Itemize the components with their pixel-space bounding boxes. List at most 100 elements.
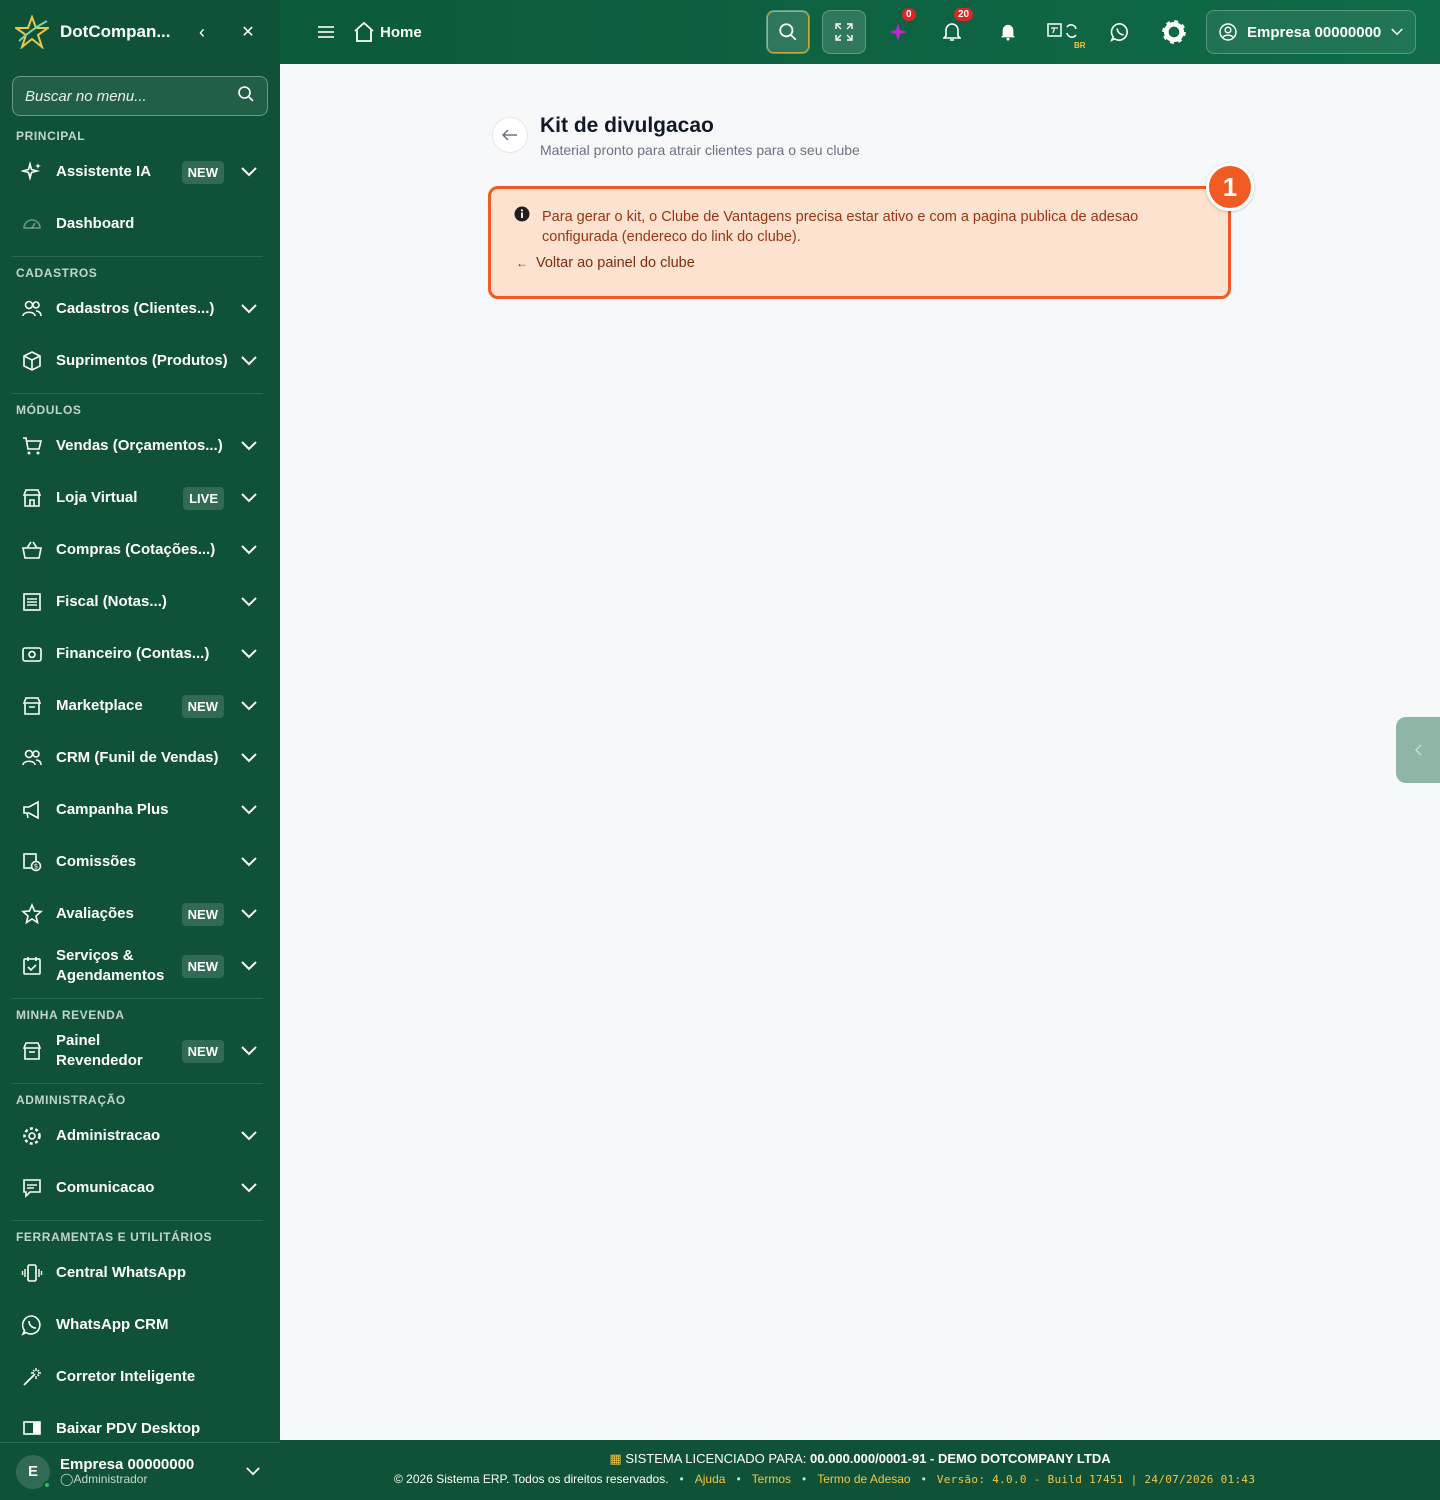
chevron-down-icon[interactable] <box>238 1177 260 1199</box>
chevron-down-icon[interactable] <box>238 435 260 457</box>
chevron-down-icon[interactable] <box>238 1125 260 1147</box>
sidebar-item-suprimentos[interactable]: Suprimentos (Produtos) <box>0 339 280 383</box>
chevron-down-icon[interactable] <box>238 161 260 183</box>
sidebar-item-label: Assistente IA <box>56 163 152 180</box>
arrow-left-icon <box>502 129 517 141</box>
license-prefix: SISTEMA LICENCIADO PARA: <box>625 1451 807 1466</box>
sidebar-item-marketplace[interactable]: Marketplace NEW <box>0 684 280 728</box>
section-label-administracao: ADMINISTRAÇÃO <box>16 1093 126 1107</box>
gear-icon <box>20 1124 44 1148</box>
user-role-label: Administrador <box>73 1471 148 1486</box>
sidebar-item-label: Campanha Plus <box>56 801 169 818</box>
chevron-down-icon[interactable] <box>238 350 260 372</box>
chevron-down-icon[interactable] <box>238 298 260 320</box>
sidebar-item-comunicacao[interactable]: Comunicacao <box>0 1166 280 1210</box>
adhesion-terms-link[interactable]: Termo de Adesao <box>817 1472 910 1486</box>
sidebar-search[interactable] <box>12 76 268 116</box>
hamburger-menu-icon[interactable] <box>316 22 336 42</box>
receipt-icon <box>20 590 44 614</box>
user-menu-button[interactable]: Empresa 00000000 <box>1206 10 1416 54</box>
sidebar-item-comissoes[interactable]: $ Comissões <box>0 840 280 884</box>
whatsapp-icon <box>1110 22 1128 42</box>
search-icon[interactable] <box>237 85 255 108</box>
chevron-down-icon[interactable] <box>238 955 260 977</box>
terms-link[interactable]: Termos <box>752 1472 791 1486</box>
settings-button[interactable] <box>1152 10 1196 54</box>
sidebar-item-label: CRM (Funil de Vendas) <box>56 749 219 766</box>
page-title: Kit de divulgacao <box>540 114 714 137</box>
shop-icon <box>20 1039 44 1063</box>
sidebar-item-label: Corretor Inteligente <box>56 1368 196 1385</box>
version-info: Versão: 4.0.0 - Build 17451 | 24/07/2026… <box>936 1472 1256 1486</box>
chevron-down-icon[interactable] <box>238 539 260 561</box>
user-role: ◯Administrador <box>60 1472 242 1486</box>
divider <box>12 1220 263 1221</box>
bell-icon <box>943 23 961 41</box>
side-panel-toggle[interactable] <box>1396 717 1440 783</box>
chevron-down-icon[interactable] <box>242 1461 264 1483</box>
gauge-icon <box>20 212 44 236</box>
sidebar-item-avaliacoes[interactable]: Avaliações NEW <box>0 892 280 936</box>
sidebar-item-assistente-ia[interactable]: Assistente IA NEW <box>0 150 280 194</box>
sidebar-item-fiscal[interactable]: Fiscal (Notas...) <box>0 580 280 624</box>
new-badge: NEW <box>181 160 224 184</box>
global-search-button[interactable] <box>766 10 810 54</box>
chevron-down-icon[interactable] <box>238 487 260 509</box>
sidebar-item-central-whatsapp[interactable]: Central WhatsApp <box>0 1251 280 1295</box>
search-icon <box>779 23 797 41</box>
sidebar-item-corretor[interactable]: Corretor Inteligente <box>0 1355 280 1399</box>
storefront-icon <box>20 486 44 510</box>
chevron-down-icon[interactable] <box>238 747 260 769</box>
new-badge: NEW <box>181 902 224 926</box>
sidebar-item-campanha-plus[interactable]: Campanha Plus <box>0 788 280 832</box>
help-link[interactable]: Ajuda <box>695 1472 726 1486</box>
megaphone-icon <box>20 798 44 822</box>
collapse-sidebar-icon[interactable]: ‹ <box>190 22 214 43</box>
phone-vibrate-icon <box>20 1261 44 1285</box>
sidebar-item-cadastros[interactable]: Cadastros (Clientes...) <box>0 287 280 331</box>
chevron-down-icon[interactable] <box>238 851 260 873</box>
alerts-button[interactable] <box>986 10 1030 54</box>
chevron-down-icon[interactable] <box>238 799 260 821</box>
separator: • <box>802 1472 807 1486</box>
whatsapp-button[interactable] <box>1098 10 1142 54</box>
notifications-count-badge: 20 <box>954 8 974 21</box>
topbar: Home 0 20 BR Empresa 00000000 <box>280 0 1440 64</box>
menu-search-input[interactable] <box>25 87 237 105</box>
chevron-down-icon[interactable] <box>238 591 260 613</box>
calendar-check-icon <box>20 954 44 978</box>
sidebar-item-dashboard[interactable]: Dashboard <box>0 202 280 246</box>
sidebar-item-compras[interactable]: Compras (Cotações...) <box>0 528 280 572</box>
box-icon <box>20 349 44 373</box>
user-name: Empresa 00000000 <box>60 1455 195 1473</box>
sidebar-item-painel-revendedor[interactable]: Painel Revendedor NEW <box>0 1029 280 1073</box>
separator: • <box>679 1472 684 1486</box>
home-link[interactable]: Home <box>352 20 422 44</box>
divider <box>12 998 263 999</box>
sidebar-item-servicos[interactable]: Serviços & Agendamentos NEW <box>0 944 280 988</box>
sidebar-item-label: Fiscal (Notas...) <box>56 593 167 610</box>
close-icon[interactable]: ✕ <box>236 22 260 42</box>
message-icon <box>20 1176 44 1200</box>
divider <box>12 393 263 394</box>
back-button[interactable] <box>492 117 528 153</box>
sidebar-item-whatsapp-crm[interactable]: WhatsApp CRM <box>0 1303 280 1347</box>
monitor-icon <box>20 1417 44 1441</box>
back-to-club-link[interactable]: ← Voltar ao painel do clube <box>516 255 695 271</box>
page-footer: ▦ SISTEMA LICENCIADO PARA: 00.000.000/00… <box>280 1440 1440 1500</box>
sidebar-item-loja-virtual[interactable]: Loja Virtual LIVE <box>0 476 280 520</box>
sidebar-user-footer[interactable]: E Empresa 00000000 ◯Administrador <box>0 1442 280 1500</box>
avatar[interactable]: E <box>16 1454 51 1489</box>
sidebar-item-administracao[interactable]: Administracao <box>0 1114 280 1158</box>
sidebar-item-vendas[interactable]: Vendas (Orçamentos...) <box>0 424 280 468</box>
sidebar-item-financeiro[interactable]: Financeiro (Contas...) <box>0 632 280 676</box>
chevron-down-icon[interactable] <box>238 695 260 717</box>
language-sync-button[interactable]: BR <box>1042 10 1086 54</box>
fullscreen-button[interactable] <box>822 10 866 54</box>
chevron-down-icon[interactable] <box>238 1040 260 1062</box>
sidebar-item-label: Serviços & Agendamentos <box>56 947 165 984</box>
sidebar-item-crm[interactable]: CRM (Funil de Vendas) <box>0 736 280 780</box>
user-info: Empresa 00000000 ◯Administrador <box>60 1455 242 1486</box>
chevron-down-icon[interactable] <box>238 903 260 925</box>
chevron-down-icon[interactable] <box>238 643 260 665</box>
